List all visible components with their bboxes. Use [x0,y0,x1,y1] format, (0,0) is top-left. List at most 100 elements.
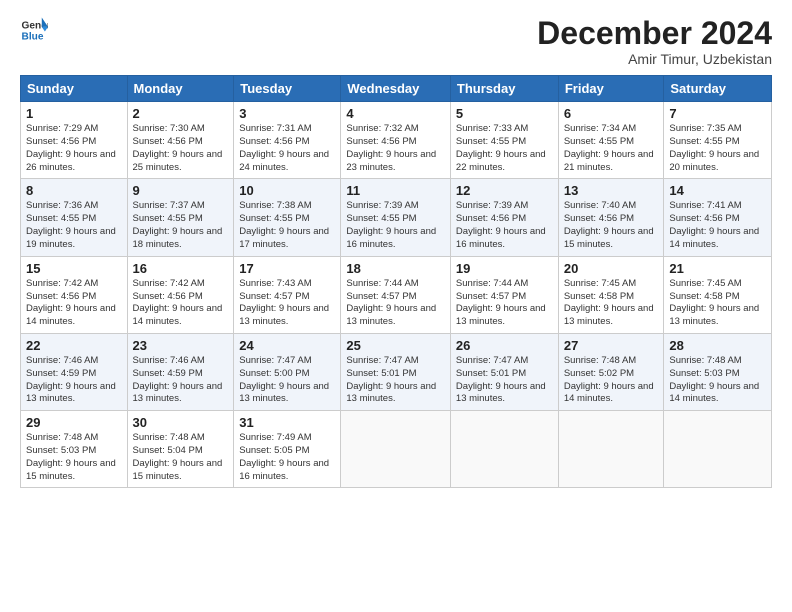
day-number: 27 [564,338,659,353]
day-number: 13 [564,183,659,198]
day-number: 26 [456,338,553,353]
day-number: 22 [26,338,122,353]
day-info: Sunrise: 7:47 AM Sunset: 5:01 PM Dayligh… [346,355,445,406]
day-info: Sunrise: 7:45 AM Sunset: 4:58 PM Dayligh… [564,278,659,329]
day-info: Sunrise: 7:39 AM Sunset: 4:56 PM Dayligh… [456,200,553,251]
calendar-cell: 31 Sunrise: 7:49 AM Sunset: 5:05 PM Dayl… [234,411,341,488]
calendar-cell: 3 Sunrise: 7:31 AM Sunset: 4:56 PM Dayli… [234,102,341,179]
calendar-cell: 27 Sunrise: 7:48 AM Sunset: 5:02 PM Dayl… [558,333,664,410]
day-info: Sunrise: 7:29 AM Sunset: 4:56 PM Dayligh… [26,123,122,174]
calendar-cell: 21 Sunrise: 7:45 AM Sunset: 4:58 PM Dayl… [664,256,772,333]
day-info: Sunrise: 7:41 AM Sunset: 4:56 PM Dayligh… [669,200,766,251]
calendar-cell: 9 Sunrise: 7:37 AM Sunset: 4:55 PM Dayli… [127,179,234,256]
day-number: 2 [133,106,229,121]
calendar-cell: 30 Sunrise: 7:48 AM Sunset: 5:04 PM Dayl… [127,411,234,488]
day-info: Sunrise: 7:48 AM Sunset: 5:03 PM Dayligh… [26,432,122,483]
day-info: Sunrise: 7:33 AM Sunset: 4:55 PM Dayligh… [456,123,553,174]
day-number: 9 [133,183,229,198]
day-info: Sunrise: 7:48 AM Sunset: 5:04 PM Dayligh… [133,432,229,483]
calendar-header-wednesday: Wednesday [341,76,451,102]
calendar-table: SundayMondayTuesdayWednesdayThursdayFrid… [20,75,772,488]
logo: General Blue [20,16,48,44]
calendar-cell [341,411,451,488]
day-info: Sunrise: 7:47 AM Sunset: 5:00 PM Dayligh… [239,355,335,406]
calendar-cell: 13 Sunrise: 7:40 AM Sunset: 4:56 PM Dayl… [558,179,664,256]
svg-text:Blue: Blue [22,31,44,42]
day-number: 30 [133,415,229,430]
month-title: December 2024 [537,16,772,51]
day-info: Sunrise: 7:49 AM Sunset: 5:05 PM Dayligh… [239,432,335,483]
calendar-cell: 11 Sunrise: 7:39 AM Sunset: 4:55 PM Dayl… [341,179,451,256]
calendar-header-thursday: Thursday [450,76,558,102]
day-info: Sunrise: 7:34 AM Sunset: 4:55 PM Dayligh… [564,123,659,174]
day-info: Sunrise: 7:44 AM Sunset: 4:57 PM Dayligh… [346,278,445,329]
calendar-cell: 12 Sunrise: 7:39 AM Sunset: 4:56 PM Dayl… [450,179,558,256]
day-number: 4 [346,106,445,121]
day-number: 16 [133,261,229,276]
calendar-cell: 2 Sunrise: 7:30 AM Sunset: 4:56 PM Dayli… [127,102,234,179]
day-number: 25 [346,338,445,353]
calendar-cell: 7 Sunrise: 7:35 AM Sunset: 4:55 PM Dayli… [664,102,772,179]
calendar-cell: 29 Sunrise: 7:48 AM Sunset: 5:03 PM Dayl… [21,411,128,488]
day-number: 24 [239,338,335,353]
day-number: 17 [239,261,335,276]
day-info: Sunrise: 7:38 AM Sunset: 4:55 PM Dayligh… [239,200,335,251]
day-info: Sunrise: 7:37 AM Sunset: 4:55 PM Dayligh… [133,200,229,251]
day-number: 3 [239,106,335,121]
day-number: 28 [669,338,766,353]
day-info: Sunrise: 7:36 AM Sunset: 4:55 PM Dayligh… [26,200,122,251]
calendar-cell: 24 Sunrise: 7:47 AM Sunset: 5:00 PM Dayl… [234,333,341,410]
calendar-cell: 28 Sunrise: 7:48 AM Sunset: 5:03 PM Dayl… [664,333,772,410]
location-subtitle: Amir Timur, Uzbekistan [537,51,772,67]
day-number: 14 [669,183,766,198]
calendar-header-sunday: Sunday [21,76,128,102]
day-number: 18 [346,261,445,276]
day-info: Sunrise: 7:42 AM Sunset: 4:56 PM Dayligh… [133,278,229,329]
day-info: Sunrise: 7:43 AM Sunset: 4:57 PM Dayligh… [239,278,335,329]
day-info: Sunrise: 7:40 AM Sunset: 4:56 PM Dayligh… [564,200,659,251]
calendar-header-monday: Monday [127,76,234,102]
day-info: Sunrise: 7:30 AM Sunset: 4:56 PM Dayligh… [133,123,229,174]
calendar-cell: 16 Sunrise: 7:42 AM Sunset: 4:56 PM Dayl… [127,256,234,333]
page-header: General Blue December 2024 Amir Timur, U… [20,16,772,67]
calendar-cell: 15 Sunrise: 7:42 AM Sunset: 4:56 PM Dayl… [21,256,128,333]
day-number: 31 [239,415,335,430]
calendar-cell: 6 Sunrise: 7:34 AM Sunset: 4:55 PM Dayli… [558,102,664,179]
calendar-cell [558,411,664,488]
day-info: Sunrise: 7:42 AM Sunset: 4:56 PM Dayligh… [26,278,122,329]
day-number: 29 [26,415,122,430]
calendar-cell: 18 Sunrise: 7:44 AM Sunset: 4:57 PM Dayl… [341,256,451,333]
calendar-cell: 5 Sunrise: 7:33 AM Sunset: 4:55 PM Dayli… [450,102,558,179]
day-number: 12 [456,183,553,198]
day-number: 20 [564,261,659,276]
day-number: 11 [346,183,445,198]
calendar-cell: 25 Sunrise: 7:47 AM Sunset: 5:01 PM Dayl… [341,333,451,410]
calendar-cell: 14 Sunrise: 7:41 AM Sunset: 4:56 PM Dayl… [664,179,772,256]
title-block: December 2024 Amir Timur, Uzbekistan [537,16,772,67]
calendar-cell: 22 Sunrise: 7:46 AM Sunset: 4:59 PM Dayl… [21,333,128,410]
calendar-cell: 23 Sunrise: 7:46 AM Sunset: 4:59 PM Dayl… [127,333,234,410]
day-info: Sunrise: 7:39 AM Sunset: 4:55 PM Dayligh… [346,200,445,251]
calendar-header-friday: Friday [558,76,664,102]
calendar-cell: 26 Sunrise: 7:47 AM Sunset: 5:01 PM Dayl… [450,333,558,410]
calendar-cell: 8 Sunrise: 7:36 AM Sunset: 4:55 PM Dayli… [21,179,128,256]
day-number: 21 [669,261,766,276]
day-info: Sunrise: 7:46 AM Sunset: 4:59 PM Dayligh… [26,355,122,406]
calendar-cell: 19 Sunrise: 7:44 AM Sunset: 4:57 PM Dayl… [450,256,558,333]
day-info: Sunrise: 7:47 AM Sunset: 5:01 PM Dayligh… [456,355,553,406]
calendar-cell: 20 Sunrise: 7:45 AM Sunset: 4:58 PM Dayl… [558,256,664,333]
day-number: 7 [669,106,766,121]
calendar-cell: 10 Sunrise: 7:38 AM Sunset: 4:55 PM Dayl… [234,179,341,256]
logo-icon: General Blue [20,16,48,44]
day-info: Sunrise: 7:35 AM Sunset: 4:55 PM Dayligh… [669,123,766,174]
day-info: Sunrise: 7:44 AM Sunset: 4:57 PM Dayligh… [456,278,553,329]
calendar-cell: 4 Sunrise: 7:32 AM Sunset: 4:56 PM Dayli… [341,102,451,179]
calendar-cell: 1 Sunrise: 7:29 AM Sunset: 4:56 PM Dayli… [21,102,128,179]
day-number: 8 [26,183,122,198]
calendar-cell: 17 Sunrise: 7:43 AM Sunset: 4:57 PM Dayl… [234,256,341,333]
day-number: 6 [564,106,659,121]
day-number: 23 [133,338,229,353]
day-info: Sunrise: 7:46 AM Sunset: 4:59 PM Dayligh… [133,355,229,406]
calendar-cell [450,411,558,488]
calendar-header-tuesday: Tuesday [234,76,341,102]
